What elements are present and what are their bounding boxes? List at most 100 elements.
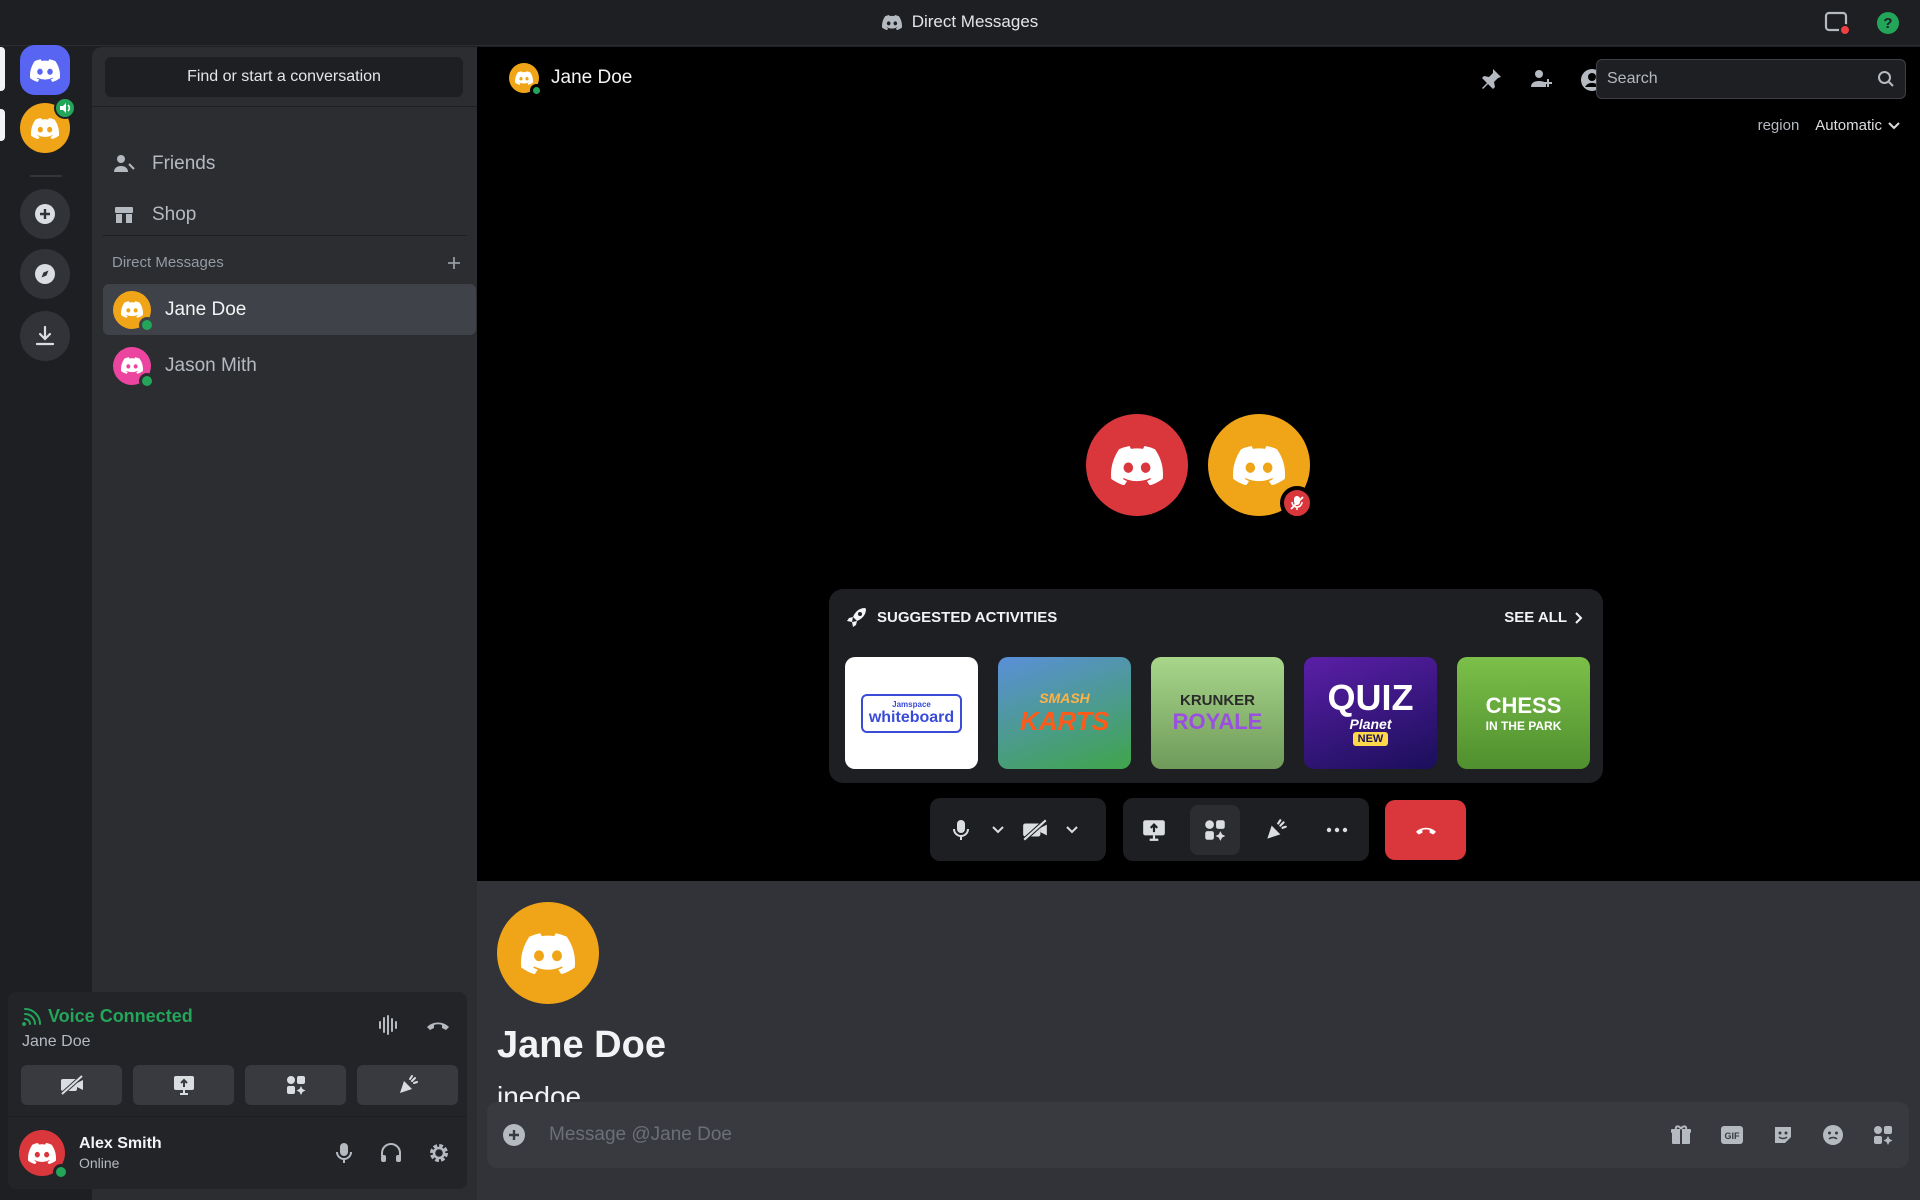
discord-avatar-icon bbox=[121, 301, 143, 318]
add-server-button[interactable] bbox=[20, 189, 70, 239]
dm-profile-intro: Jane Doe jnedoe bbox=[497, 902, 666, 1105]
suggested-activities-panel: SUGGESTED ACTIVITIES SEE ALL Jamspace wh… bbox=[829, 589, 1603, 783]
activity-tile-line2: whiteboard bbox=[868, 708, 955, 726]
main-content: Jane Doe Search region Automatic SUGGEST… bbox=[477, 47, 1920, 1200]
activities-button[interactable] bbox=[1190, 804, 1240, 855]
sticker-icon[interactable] bbox=[1771, 1123, 1795, 1147]
help-icon[interactable]: ? bbox=[1876, 11, 1900, 35]
screen-share-button[interactable] bbox=[1129, 805, 1179, 855]
attach-plus-icon[interactable] bbox=[501, 1122, 527, 1148]
activity-whiteboard[interactable]: Jamspace whiteboard bbox=[845, 657, 978, 769]
soundboard-button[interactable] bbox=[357, 1065, 458, 1105]
mic-options-caret[interactable] bbox=[986, 805, 1010, 855]
activity-smash-karts[interactable]: SMASH KARTS bbox=[998, 657, 1131, 769]
gift-icon[interactable] bbox=[1669, 1123, 1693, 1147]
discord-avatar-icon bbox=[121, 357, 143, 374]
participant-tile[interactable] bbox=[1086, 414, 1188, 516]
hang-up-icon bbox=[1413, 820, 1439, 840]
see-all-button[interactable]: SEE ALL bbox=[1504, 609, 1583, 626]
message-input[interactable] bbox=[549, 1124, 1669, 1146]
mic-button[interactable] bbox=[936, 805, 986, 855]
noise-suppression-icon[interactable] bbox=[377, 1014, 401, 1036]
soundboard-icon bbox=[1263, 817, 1289, 843]
message-composer: GIF bbox=[487, 1102, 1909, 1168]
audio-video-controls bbox=[930, 798, 1106, 861]
call-area: Jane Doe Search region Automatic SUGGEST… bbox=[477, 47, 1920, 881]
activities-button[interactable] bbox=[245, 1065, 346, 1105]
add-friend-to-dm-icon[interactable] bbox=[1529, 67, 1553, 93]
sidebar-divider bbox=[102, 235, 467, 236]
camera-off-icon bbox=[59, 1074, 85, 1096]
header-search[interactable]: Search bbox=[1596, 59, 1906, 99]
download-icon bbox=[33, 324, 57, 348]
active-pill bbox=[0, 47, 5, 91]
inbox-icon[interactable] bbox=[1824, 10, 1850, 36]
friends-icon bbox=[112, 152, 136, 176]
microphone-icon[interactable] bbox=[333, 1141, 355, 1165]
screen-share-icon bbox=[172, 1074, 196, 1096]
activity-tile-line2: ROYALE bbox=[1172, 708, 1263, 734]
screen-share-button[interactable] bbox=[133, 1065, 234, 1105]
camera-off-button[interactable] bbox=[21, 1065, 122, 1105]
gif-icon[interactable]: GIF bbox=[1719, 1123, 1745, 1147]
svg-text:?: ? bbox=[1883, 15, 1892, 32]
discord-avatar-icon bbox=[31, 117, 59, 139]
user-avatar[interactable] bbox=[19, 1130, 69, 1180]
region-selector[interactable]: region Automatic bbox=[1758, 117, 1900, 134]
activity-tile-line1: Jamspace bbox=[892, 699, 931, 709]
download-button[interactable] bbox=[20, 311, 70, 361]
svg-text:GIF: GIF bbox=[1725, 1131, 1741, 1141]
user-info[interactable]: Alex Smith Online bbox=[79, 1135, 162, 1171]
settings-gear-icon[interactable] bbox=[427, 1141, 451, 1165]
pin-icon[interactable] bbox=[1479, 67, 1503, 93]
activity-quiz-planet[interactable]: QUIZ Planet NEW bbox=[1304, 657, 1437, 769]
window-title-text: Direct Messages bbox=[911, 12, 1039, 31]
chevron-down-icon bbox=[1066, 825, 1078, 834]
online-status-dot bbox=[530, 84, 543, 97]
region-value: Automatic bbox=[1815, 117, 1882, 134]
online-status-dot bbox=[139, 372, 155, 389]
ellipsis-icon bbox=[1325, 827, 1349, 833]
dm-section-header: Direct Messages bbox=[112, 254, 462, 271]
discord-avatar-icon bbox=[28, 1142, 56, 1164]
activity-chess-in-the-park[interactable]: CHESS IN THE PARK bbox=[1457, 657, 1590, 769]
end-call-button[interactable] bbox=[1385, 800, 1466, 860]
header-avatar bbox=[509, 63, 543, 97]
signal-icon bbox=[22, 1007, 42, 1026]
participant-tile[interactable] bbox=[1208, 414, 1314, 520]
voice-dm-button[interactable] bbox=[20, 97, 76, 153]
mic-muted-icon bbox=[1289, 495, 1305, 511]
emoji-icon[interactable] bbox=[1821, 1123, 1845, 1147]
online-status-dot bbox=[53, 1164, 69, 1180]
discover-button[interactable] bbox=[20, 249, 70, 299]
dm-item-jane-doe[interactable]: Jane Doe bbox=[103, 284, 476, 335]
voice-channel-name[interactable]: Jane Doe bbox=[22, 1033, 91, 1051]
activity-controls bbox=[1123, 798, 1369, 861]
create-dm-plus-icon[interactable] bbox=[446, 255, 462, 271]
apps-icon[interactable] bbox=[1871, 1123, 1895, 1147]
search-icon bbox=[1877, 70, 1895, 88]
speaker-badge-icon bbox=[54, 97, 76, 119]
soundboard-button[interactable] bbox=[1251, 805, 1301, 855]
call-header-name[interactable]: Jane Doe bbox=[551, 67, 632, 89]
nav-shop[interactable]: Shop bbox=[112, 193, 196, 237]
find-conversation-button[interactable]: Find or start a conversation bbox=[105, 57, 463, 97]
shop-icon bbox=[112, 203, 136, 227]
dm-item-jason-mith[interactable]: Jason Mith bbox=[103, 340, 476, 391]
headphones-icon[interactable] bbox=[379, 1141, 403, 1165]
title-bar: Direct Messages ? bbox=[0, 0, 1920, 46]
call-header: Jane Doe bbox=[509, 63, 632, 97]
profile-avatar[interactable] bbox=[497, 902, 599, 1004]
more-options-button[interactable] bbox=[1312, 805, 1362, 855]
camera-button[interactable] bbox=[1010, 805, 1060, 855]
disconnect-icon[interactable] bbox=[425, 1014, 451, 1036]
activity-krunker-royale[interactable]: KRUNKER ROYALE bbox=[1151, 657, 1284, 769]
new-badge: NEW bbox=[1352, 732, 1389, 746]
see-all-label: SEE ALL bbox=[1504, 609, 1567, 626]
user-name: Alex Smith bbox=[79, 1135, 162, 1152]
voice-connected-status[interactable]: Voice Connected bbox=[22, 1006, 193, 1027]
nav-friends[interactable]: Friends bbox=[112, 142, 215, 186]
camera-options-caret[interactable] bbox=[1060, 805, 1084, 855]
home-button[interactable] bbox=[20, 45, 70, 95]
user-area: Alex Smith Online bbox=[19, 1127, 459, 1180]
